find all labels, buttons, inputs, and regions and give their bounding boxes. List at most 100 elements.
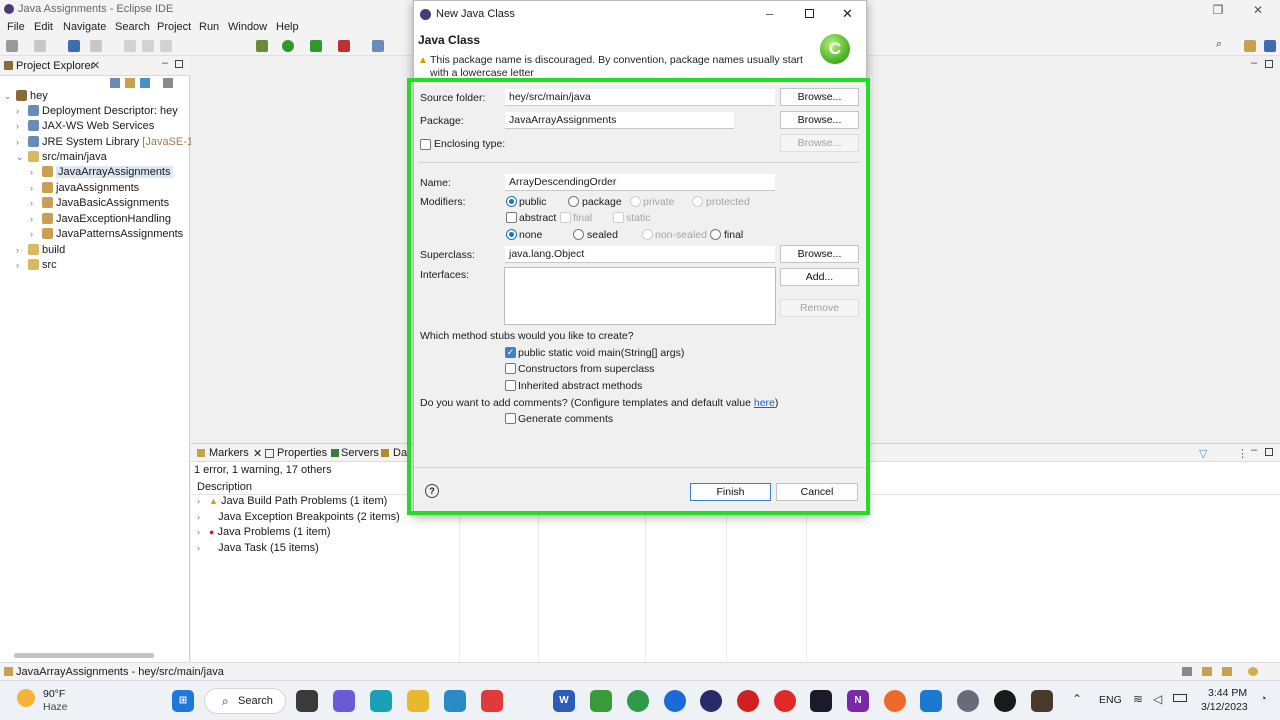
onenote-icon[interactable]: N (847, 690, 869, 712)
marker-row[interactable]: › Java Exception Breakpoints (2 items) (197, 511, 400, 526)
app-icon[interactable] (590, 690, 612, 712)
close-icon[interactable]: ✕ (842, 6, 853, 22)
coverage-icon[interactable] (310, 40, 322, 52)
tree-item-hey[interactable]: ⌄ hey (4, 90, 48, 105)
menu-window[interactable]: Window (228, 21, 267, 33)
word-icon[interactable]: W (553, 690, 575, 712)
maximize-icon[interactable] (1265, 448, 1273, 456)
menu-help[interactable]: Help (276, 21, 299, 33)
view-menu-icon[interactable] (163, 78, 173, 88)
wifi-icon[interactable]: ≋ (1133, 692, 1143, 706)
maps-icon[interactable] (664, 690, 686, 712)
menu-project[interactable]: Project (157, 21, 191, 33)
menu-run[interactable]: Run (199, 21, 219, 33)
snipping-tool-icon[interactable] (444, 690, 466, 712)
resume-icon[interactable] (124, 40, 136, 52)
minimize-icon[interactable]: – (1251, 444, 1257, 456)
file-explorer-icon[interactable] (407, 690, 429, 712)
minimize-icon[interactable]: – (766, 6, 773, 21)
suspend-icon[interactable] (142, 40, 154, 52)
tree-item-jre-library[interactable]: › JRE System Library [JavaSE-17] (16, 136, 202, 151)
tree-item-build[interactable]: › build (16, 244, 65, 259)
tree-item-src-main-java[interactable]: ⌄ src/main/java (16, 151, 107, 166)
terminal-icon[interactable] (68, 40, 80, 52)
tree-item-java-array-assignments[interactable]: › JavaArrayAssignments (30, 166, 173, 181)
chrome-icon[interactable] (627, 690, 649, 712)
skip-icon[interactable] (90, 40, 102, 52)
package-icon (42, 197, 53, 208)
tree-item-java-exception-handling[interactable]: › JavaExceptionHandling (30, 213, 171, 228)
tree-item-src[interactable]: › src (16, 259, 57, 274)
volume-icon[interactable]: ◁ (1153, 692, 1162, 706)
close-tab-icon[interactable]: ✕ (253, 447, 262, 460)
run-icon[interactable] (282, 40, 294, 52)
close-tab-icon[interactable]: ✕ (91, 59, 100, 72)
app-icon[interactable] (481, 690, 503, 712)
restore-icon[interactable]: ❐ (1208, 2, 1228, 18)
language-indicator[interactable]: ENG (1099, 694, 1122, 706)
clock-time[interactable]: 3:44 PM (1208, 687, 1247, 699)
tab-properties[interactable]: Properties (277, 447, 327, 459)
collapse-all-icon[interactable] (110, 78, 120, 88)
settings-icon[interactable] (957, 690, 979, 712)
folder-icon (28, 244, 39, 255)
app-icon[interactable] (884, 690, 906, 712)
perspective-icon[interactable] (1244, 40, 1256, 52)
maximize-icon[interactable] (175, 60, 183, 68)
recorder-icon[interactable] (737, 690, 759, 712)
editor-maximize-icon[interactable] (1265, 60, 1273, 68)
minimize-icon[interactable]: – (162, 57, 168, 69)
java-ee-perspective-icon[interactable] (1264, 40, 1276, 52)
editor-minimize-icon[interactable]: – (1251, 57, 1257, 69)
weather-temp: 90°F (43, 688, 66, 700)
chevron-up-icon[interactable]: ⌃ (1072, 692, 1082, 706)
maximize-icon[interactable] (805, 9, 814, 18)
new-icon[interactable] (6, 40, 18, 52)
marker-row[interactable]: › ▲ Java Build Path Problems (1 item) (197, 495, 387, 510)
view-menu-icon[interactable]: ⋮ (1237, 447, 1248, 460)
project-explorer-tab[interactable]: Project Explorer ✕ – (0, 56, 190, 76)
menu-edit[interactable]: Edit (34, 21, 53, 33)
external-tools-icon[interactable] (338, 40, 350, 52)
menu-file[interactable]: File (7, 21, 25, 33)
menu-navigate[interactable]: Navigate (63, 21, 106, 33)
tab-data[interactable]: Da (393, 447, 407, 459)
tree-item-java-basic-assignments[interactable]: › JavaBasicAssignments (30, 197, 169, 212)
windows-start-icon[interactable]: ⊞ (172, 690, 194, 712)
filter-icon[interactable]: ▽ (1199, 447, 1207, 460)
status-bar: JavaArrayAssignments - hey/src/main/java (0, 662, 1280, 680)
camera-app-icon[interactable] (370, 690, 392, 712)
tab-servers[interactable]: Servers (341, 447, 379, 459)
save-icon[interactable] (34, 40, 46, 52)
horizontal-scrollbar[interactable] (14, 653, 154, 658)
taskbar-search[interactable]: ⌕ Search (204, 688, 286, 714)
battery-icon[interactable] (1173, 694, 1187, 702)
close-icon[interactable]: ✕ (1248, 2, 1268, 18)
marker-row[interactable]: › ● Java Problems (1 item) (197, 526, 331, 541)
task-view-icon[interactable] (296, 690, 318, 712)
media-player-icon[interactable] (994, 690, 1016, 712)
new-server-icon[interactable] (372, 40, 384, 52)
opera-icon[interactable] (774, 690, 796, 712)
debug-icon[interactable] (256, 40, 268, 52)
tab-markers[interactable]: Markers (209, 447, 249, 459)
menu-search[interactable]: Search (115, 21, 150, 33)
clock-date[interactable]: 3/12/2023 (1201, 701, 1248, 713)
marker-row[interactable]: › Java Task (15 items) (197, 542, 319, 557)
tree-item-java-patterns-assignments[interactable]: › JavaPatternsAssignments (30, 228, 183, 243)
tree-item-deployment-descriptor[interactable]: › Deployment Descriptor: hey (16, 105, 178, 120)
teams-chat-icon[interactable] (333, 690, 355, 712)
notification-icon[interactable]: ◔ (1260, 693, 1267, 705)
intellij-icon[interactable] (810, 690, 832, 712)
explorer-icon (4, 61, 13, 70)
filter-icon[interactable] (140, 78, 150, 88)
link-editor-icon[interactable] (125, 78, 135, 88)
tree-item-java-assignments[interactable]: › javaAssignments (30, 182, 139, 197)
stop-icon[interactable] (160, 40, 172, 52)
tree-item-jax-ws[interactable]: › JAX-WS Web Services (16, 120, 154, 135)
vscode-icon[interactable] (920, 690, 942, 712)
eclipse-active-icon[interactable] (1031, 690, 1053, 712)
eclipse-taskbar-icon[interactable] (700, 690, 722, 712)
java-class-logo-icon: C (820, 34, 850, 64)
search-icon[interactable]: ⌕ (1216, 38, 1228, 50)
